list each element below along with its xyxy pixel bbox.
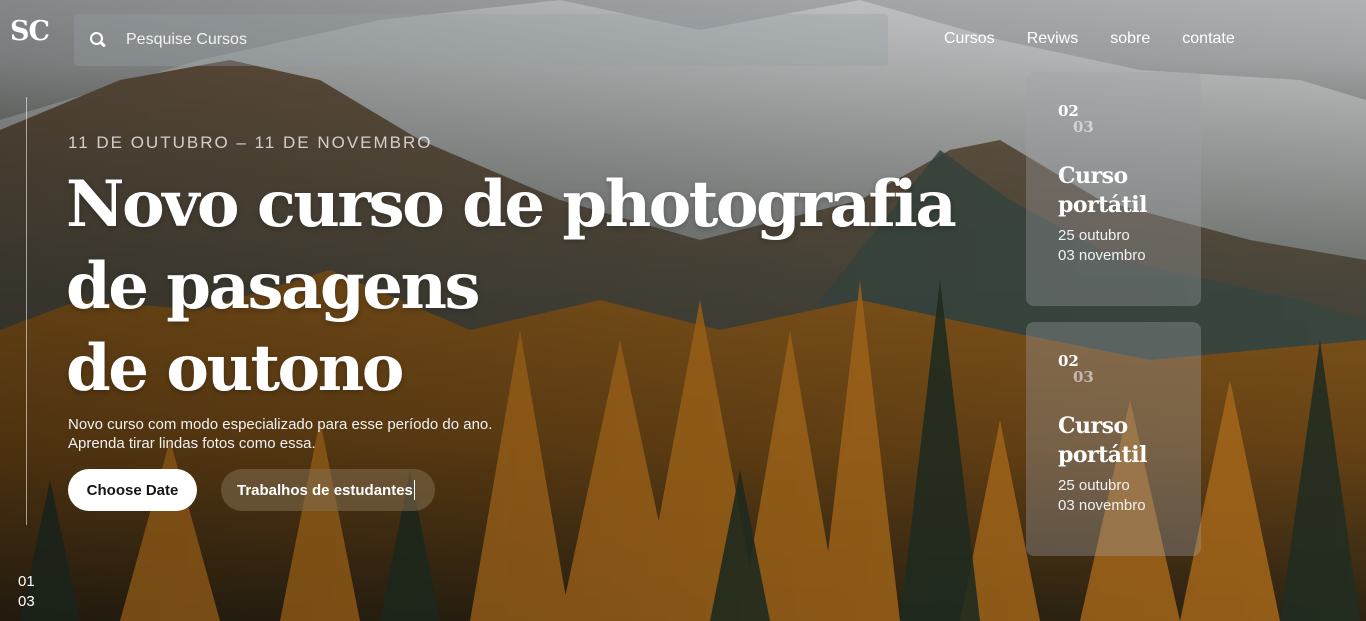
main-nav: Cursos Reviws sobre contate: [944, 30, 1235, 48]
search-bar[interactable]: [74, 14, 888, 66]
choose-date-button[interactable]: Choose Date: [68, 469, 197, 511]
hero-title: Novo curso de photografia de pasagens de…: [66, 164, 957, 410]
hero-title-line: Novo curso de photografia: [66, 167, 957, 242]
course-card[interactable]: 02 03 Curso portátil 25 outubro 03 novem…: [1026, 72, 1201, 306]
hero-description-line: Novo curso com modo especializado para e…: [68, 416, 493, 433]
course-card[interactable]: 02 03 Curso portátil 25 outubro 03 novem…: [1026, 322, 1201, 556]
hero-title-line: de outono: [66, 331, 404, 406]
slide-progress-line: [26, 97, 27, 525]
card-date-start: 25 outubro: [1058, 227, 1130, 244]
logo[interactable]: SC: [10, 16, 50, 47]
card-number-total: 03: [1073, 118, 1094, 136]
card-title-line: Curso: [1058, 163, 1128, 189]
card-date-start: 25 outubro: [1058, 477, 1130, 494]
card-title-line: Curso: [1058, 413, 1128, 439]
search-input[interactable]: [126, 31, 726, 49]
slide-pager: 01 03: [18, 572, 35, 612]
hero-title-line: de pasagens: [66, 249, 481, 324]
student-works-label: Trabalhos de estudantes: [237, 481, 413, 499]
student-works-button[interactable]: Trabalhos de estudantes: [221, 469, 435, 511]
card-title: Curso portátil: [1058, 412, 1201, 470]
nav-item-reviews[interactable]: Reviws: [1027, 30, 1079, 48]
pager-current: 01: [18, 573, 35, 590]
nav-item-contate[interactable]: contate: [1182, 30, 1234, 48]
card-date-end: 03 novembro: [1058, 247, 1146, 264]
hero-description-line: Aprenda tirar lindas fotos como essa.: [68, 435, 316, 452]
nav-item-sobre[interactable]: sobre: [1110, 30, 1150, 48]
card-title: Curso portátil: [1058, 162, 1201, 220]
search-icon[interactable]: [90, 32, 106, 48]
pager-total: 03: [18, 593, 35, 610]
hero-description: Novo curso com modo especializado para e…: [68, 415, 492, 453]
hero-dates: 11 DE OUTUBRO – 11 DE NOVEMBRO: [68, 133, 433, 152]
card-title-line: portátil: [1058, 192, 1147, 218]
card-date-end: 03 novembro: [1058, 497, 1146, 514]
card-number-total: 03: [1073, 368, 1094, 386]
nav-item-cursos[interactable]: Cursos: [944, 30, 995, 48]
card-title-line: portátil: [1058, 442, 1147, 468]
text-cursor: [413, 480, 415, 500]
